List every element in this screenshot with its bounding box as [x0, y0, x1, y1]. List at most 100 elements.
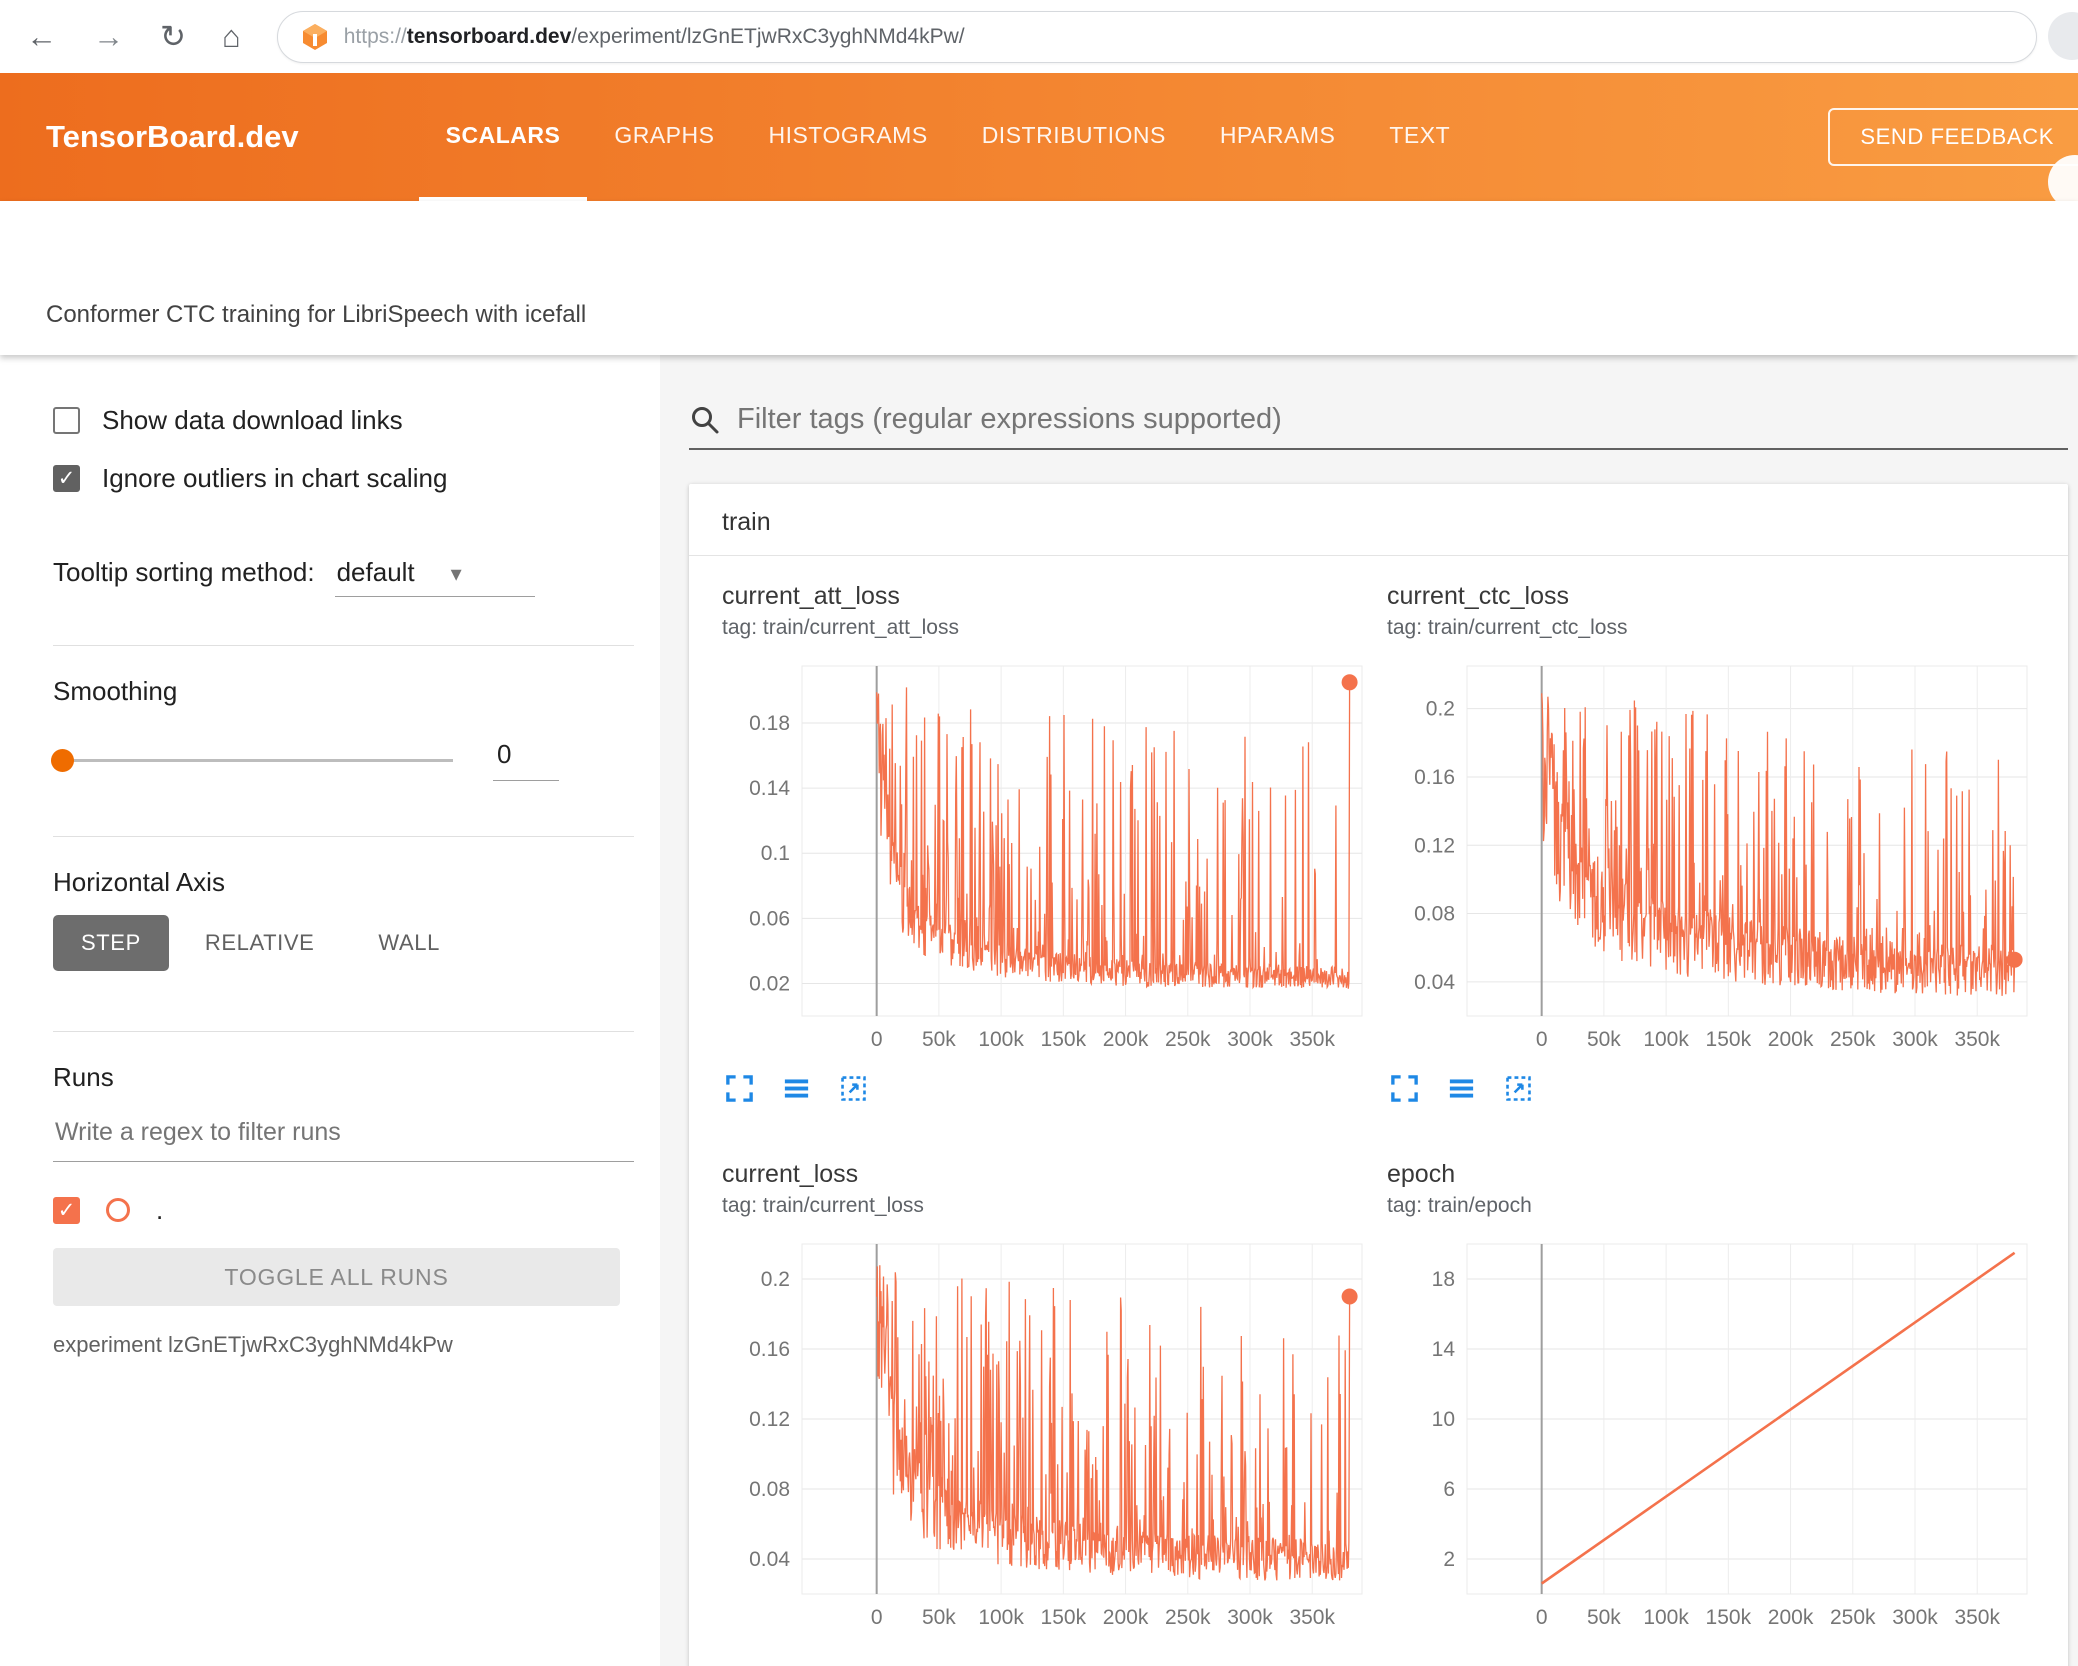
chart-tag: tag: train/current_ctc_loss — [1387, 616, 1628, 639]
ignore-outliers-checkbox[interactable]: ✓ Ignore outliers in chart scaling — [53, 461, 634, 495]
relative-button[interactable]: RELATIVE — [177, 915, 343, 971]
browser-profile-avatar[interactable] — [2048, 12, 2078, 60]
svg-text:2: 2 — [1443, 1548, 1455, 1571]
line-chart-canvas: 2 6 10 14 18 0 50k 100k 150k 200k 250k 300k 350k — [1432, 1243, 2028, 1629]
url-domain: tensorboard.dev — [406, 24, 572, 48]
tab-distributions[interactable]: DISTRIBUTIONS — [955, 73, 1193, 201]
svg-text:0.16: 0.16 — [749, 1338, 790, 1361]
svg-text:0: 0 — [1536, 1606, 1548, 1629]
svg-text:0.12: 0.12 — [749, 1408, 790, 1431]
svg-text:350k: 350k — [1954, 1606, 2000, 1629]
smoothing-slider-thumb[interactable] — [51, 749, 74, 772]
checkbox-unchecked-icon — [53, 406, 80, 434]
top-nav-tabs: SCALARS GRAPHS HISTOGRAMS DISTRIBUTIONS … — [418, 73, 1477, 201]
svg-text:0.14: 0.14 — [749, 777, 790, 800]
checkbox-checked-icon: ✓ — [53, 464, 80, 492]
fit-domain-icon[interactable] — [838, 1073, 869, 1104]
log-scale-icon[interactable] — [1446, 1073, 1477, 1104]
url-text: https://tensorboard.dev/experiment/lzGnE… — [344, 25, 965, 49]
tab-hparams[interactable]: HPARAMS — [1193, 73, 1363, 201]
check-icon: ✓ — [57, 466, 76, 490]
home-icon[interactable]: ⌂ — [222, 21, 241, 52]
ignore-outliers-label: Ignore outliers in chart scaling — [102, 462, 448, 493]
run-name: . — [156, 1194, 164, 1225]
tab-graphs[interactable]: GRAPHS — [587, 73, 741, 201]
chart-toolbar — [1387, 1073, 2032, 1104]
expand-chart-icon[interactable] — [1389, 1073, 1420, 1104]
run-checkbox-checked-icon[interactable]: ✓ — [53, 1196, 80, 1224]
tab-histograms[interactable]: HISTOGRAMS — [741, 73, 954, 201]
tab-scalars[interactable]: SCALARS — [418, 73, 588, 201]
svg-text:100k: 100k — [1643, 1028, 1689, 1051]
check-icon: ✓ — [57, 1198, 76, 1222]
svg-text:350k: 350k — [1289, 1606, 1335, 1629]
scalars-main: train current_att_loss tag: train/curren… — [660, 355, 2078, 1666]
show-download-links-label: Show data download links — [102, 404, 403, 435]
svg-text:0: 0 — [1536, 1028, 1548, 1051]
chart-tag: tag: train/epoch — [1387, 1194, 1532, 1217]
divider — [53, 1031, 634, 1032]
chart-card-current-ctc-loss: current_ctc_loss tag: train/current_ctc_… — [1387, 582, 2032, 1104]
expand-chart-icon[interactable] — [724, 1073, 755, 1104]
svg-text:10: 10 — [1432, 1408, 1455, 1431]
experiment-title: Conformer CTC training for LibriSpeech w… — [46, 301, 587, 328]
train-section-card: train current_att_loss tag: train/curren… — [689, 484, 2068, 1666]
svg-text:300k: 300k — [1227, 1606, 1273, 1629]
app-header: TensorBoard.dev SCALARS GRAPHS HISTOGRAM… — [0, 73, 2078, 209]
reload-icon[interactable]: ↻ — [160, 21, 186, 52]
send-feedback-button[interactable]: SEND FEEDBACK — [1828, 108, 2078, 166]
smoothing-slider[interactable] — [51, 748, 453, 772]
wall-button[interactable]: WALL — [350, 915, 468, 971]
svg-text:200k: 200k — [1768, 1028, 1814, 1051]
svg-text:250k: 250k — [1165, 1606, 1211, 1629]
show-download-links-checkbox[interactable]: Show data download links — [53, 403, 634, 437]
tooltip-sort-select[interactable]: default ▾ — [334, 557, 535, 597]
svg-text:300k: 300k — [1227, 1028, 1273, 1051]
svg-text:200k: 200k — [1103, 1606, 1149, 1629]
svg-text:300k: 300k — [1892, 1606, 1938, 1629]
forward-icon[interactable]: → — [93, 21, 124, 52]
url-scheme: https:// — [343, 24, 407, 48]
svg-text:0.04: 0.04 — [1414, 971, 1455, 994]
svg-text:0.2: 0.2 — [761, 1268, 790, 1291]
svg-text:350k: 350k — [1289, 1028, 1335, 1051]
run-row[interactable]: ✓ . — [53, 1192, 634, 1228]
svg-text:0.18: 0.18 — [749, 712, 790, 735]
svg-text:0: 0 — [871, 1606, 883, 1629]
svg-text:150k: 150k — [1041, 1028, 1087, 1051]
search-icon — [692, 406, 719, 433]
back-icon[interactable]: ← — [26, 21, 57, 52]
svg-text:0.04: 0.04 — [749, 1548, 790, 1571]
svg-text:0.2: 0.2 — [1426, 698, 1455, 721]
svg-text:100k: 100k — [1643, 1606, 1689, 1629]
step-button[interactable]: STEP — [53, 915, 169, 971]
svg-text:300k: 300k — [1892, 1028, 1938, 1051]
tab-text[interactable]: TEXT — [1362, 73, 1477, 201]
svg-text:0.08: 0.08 — [749, 1478, 790, 1501]
svg-text:150k: 150k — [1706, 1028, 1752, 1051]
chart-title: epoch — [1387, 1160, 1456, 1188]
settings-sidebar: Show data download links ✓ Ignore outlie… — [0, 355, 660, 1666]
svg-text:50k: 50k — [1587, 1606, 1621, 1629]
svg-text:100k: 100k — [978, 1606, 1024, 1629]
line-chart-canvas: 0.04 0.08 0.12 0.16 0.2 0 50k 100k 150k 200k 250k 3… — [749, 1243, 1363, 1629]
smoothing-value[interactable]: 0 — [493, 739, 560, 781]
svg-text:0.12: 0.12 — [1414, 834, 1455, 857]
svg-text:18: 18 — [1432, 1268, 1455, 1291]
svg-text:150k: 150k — [1041, 1606, 1087, 1629]
runs-filter-input[interactable] — [53, 1112, 634, 1162]
log-scale-icon[interactable] — [781, 1073, 812, 1104]
line-chart-canvas: 0.02 0.06 0.1 0.14 0.18 0 50k 100k 150k 200k 250k 3… — [749, 665, 1363, 1051]
chart-title: current_loss — [722, 1160, 859, 1188]
browser-chrome: ← → ↻ ⌂ https://tensorboard.dev/experime… — [0, 0, 2078, 73]
tooltip-sort-label: Tooltip sorting method: — [53, 557, 315, 587]
filter-tags-input[interactable] — [737, 403, 2068, 436]
toggle-all-runs-button[interactable]: TOGGLE ALL RUNS — [53, 1248, 620, 1306]
address-bar[interactable]: https://tensorboard.dev/experiment/lzGnE… — [276, 10, 2037, 63]
divider — [53, 836, 634, 837]
section-title[interactable]: train — [689, 484, 2068, 556]
svg-text:50k: 50k — [1587, 1028, 1621, 1051]
fit-domain-icon[interactable] — [1503, 1073, 1534, 1104]
svg-text:250k: 250k — [1165, 1028, 1211, 1051]
svg-text:350k: 350k — [1954, 1028, 2000, 1051]
